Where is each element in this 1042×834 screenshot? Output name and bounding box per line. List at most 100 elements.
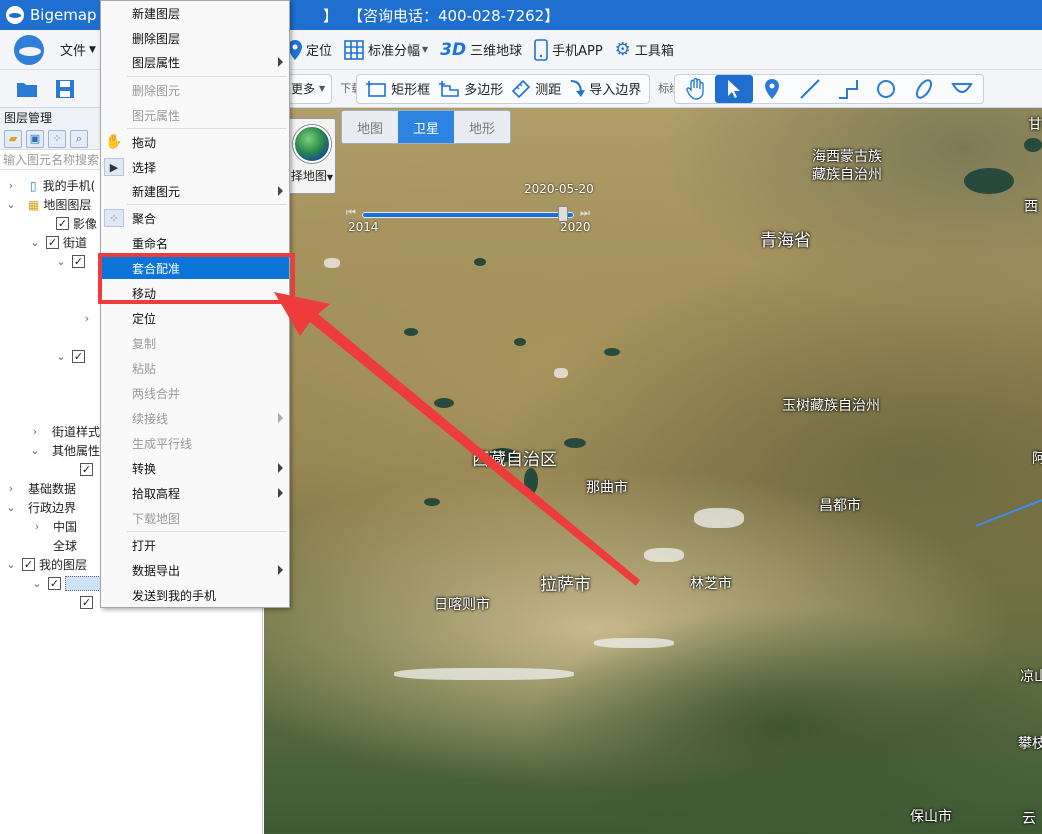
circle-tool-icon[interactable]: [867, 75, 905, 103]
open-folder-icon[interactable]: ▰: [4, 129, 22, 148]
chevron-down-icon: ⌄: [30, 444, 40, 457]
menu-item-layer-props[interactable]: 图层属性: [101, 51, 289, 73]
menu-item-cluster[interactable]: ⁘ 聚合: [101, 207, 289, 229]
tree-item-element[interactable]: [76, 593, 97, 612]
menu-item-data-export[interactable]: 数据导出: [101, 559, 289, 581]
tree-item-other-child[interactable]: [76, 460, 97, 479]
ellipse-tool-icon[interactable]: [905, 75, 943, 103]
tab-terrain[interactable]: 地形: [454, 111, 510, 143]
tree-item-admin-border[interactable]: ⌄ 行政边界: [4, 498, 76, 517]
chevron-down-icon: ⌄: [56, 255, 66, 268]
timeline-track[interactable]: [362, 212, 574, 218]
app-window: { "titlebar": {"app_name": "Bigemap G", …: [0, 0, 1042, 834]
tree-item-my-layers[interactable]: ⌄我的图层: [4, 555, 87, 574]
tree-item-my-phone[interactable]: › ▯ 我的手机(: [4, 176, 96, 195]
menu-item-delete-layer[interactable]: 删除图层: [101, 27, 289, 49]
file-menu-button[interactable]: 文件 ▼: [54, 33, 102, 67]
menu-item-download-map[interactable]: 下载地图: [101, 507, 289, 529]
tree-item-street[interactable]: ⌄街道: [28, 233, 87, 252]
rect-select-button[interactable]: 矩形框: [361, 72, 434, 106]
menu-item-continue-line[interactable]: 续接线: [101, 407, 289, 429]
menu-item-pick-elevation[interactable]: 拾取高程: [101, 482, 289, 504]
context-menu: 新建图层 删除图层 图层属性 删除图元 图元属性 ✋ 拖动 ▶ 选择 新建图元 ⁘ 聚…: [100, 0, 290, 608]
street-child-checkbox[interactable]: [72, 255, 85, 268]
tree-item-collapsed[interactable]: ›: [80, 309, 94, 328]
place-label-nagqu: 那曲市: [586, 480, 628, 496]
menu-item-locate[interactable]: 定位: [101, 307, 289, 329]
cluster-icon[interactable]: ⁘: [48, 129, 66, 148]
menu-item-convert[interactable]: 转换: [101, 457, 289, 479]
menu-item-drag[interactable]: ✋ 拖动: [101, 131, 289, 153]
select-pointer-tool-icon[interactable]: [715, 74, 754, 103]
menu-item-parallel-line[interactable]: 生成平行线: [101, 432, 289, 454]
pointer-icon: ▶: [104, 158, 124, 176]
save-icon[interactable]: [46, 75, 84, 103]
menu-item-move[interactable]: 移动: [101, 282, 289, 304]
menu-item-copy[interactable]: 复制: [101, 332, 289, 354]
street-child-2-checkbox[interactable]: [72, 350, 85, 363]
tree-item-world[interactable]: 全球: [53, 536, 77, 555]
tree-item-street-child-2[interactable]: ⌄: [54, 347, 89, 366]
submenu-arrow-icon: [278, 413, 283, 423]
sector-tool-icon[interactable]: [943, 75, 981, 103]
polyline-tool-icon[interactable]: [829, 75, 867, 103]
my-layer-child-checkbox[interactable]: [48, 577, 61, 590]
tree-item-street-child[interactable]: ⌄: [54, 252, 89, 271]
tree-item-other-props[interactable]: ⌄ 其他属性: [28, 441, 100, 460]
my-layers-checkbox[interactable]: [22, 558, 35, 571]
tree-item-map-layers[interactable]: ⌄ ▦ 地图图层: [4, 195, 91, 214]
polygon-select-button[interactable]: 多边形: [434, 72, 507, 106]
timeline-end-icon[interactable]: ⏭: [580, 206, 590, 220]
tab-satellite[interactable]: 卫星: [398, 111, 454, 143]
search-icon[interactable]: ⌕: [70, 129, 88, 148]
other-child-checkbox[interactable]: [80, 463, 93, 476]
menu-item-open[interactable]: 打开: [101, 534, 289, 556]
toolbox-button[interactable]: ⚙ 工具箱: [609, 33, 680, 67]
tree-item-china[interactable]: › 中国: [30, 517, 77, 536]
map-view[interactable]: 择地图▼ 地图 卫星 地形 ⏮ ⏭ 2020-05-20 2014 2020 海…: [264, 108, 1042, 834]
chevron-right-icon: ›: [8, 482, 14, 495]
submenu-arrow-icon: [278, 488, 283, 498]
chevron-down-icon: ⌄: [6, 501, 16, 514]
save-icon[interactable]: ▣: [26, 129, 44, 148]
tab-map[interactable]: 地图: [342, 111, 398, 143]
hand-pan-tool-icon[interactable]: [677, 75, 715, 103]
menu-item-element-props[interactable]: 图元属性: [101, 104, 289, 126]
tree-item-my-layer-child[interactable]: ⌄: [30, 574, 105, 593]
element-checkbox[interactable]: [80, 596, 93, 609]
open-folder-icon[interactable]: [8, 75, 46, 103]
standard-grid-button[interactable]: 标准分幅 ▼: [338, 33, 434, 67]
timeline-start-icon[interactable]: ⏮: [346, 206, 356, 220]
chevron-down-icon: ⌄: [6, 198, 16, 211]
menu-item-new-layer[interactable]: 新建图层: [101, 2, 289, 24]
tree-item-base-data[interactable]: › 基础数据: [4, 479, 76, 498]
selected-layer-highlight: [65, 576, 105, 591]
import-arrow-icon: [569, 79, 586, 99]
tree-item-imagery[interactable]: 影像: [52, 214, 97, 233]
menu-item-delete-element[interactable]: 删除图元: [101, 79, 289, 101]
phone-icon: ▯: [30, 178, 37, 193]
marker-tool-icon[interactable]: [753, 75, 791, 103]
download-tools: 矩形框 多边形 测距 导入边界: [356, 72, 651, 106]
menu-item-select[interactable]: ▶ 选择: [101, 156, 289, 178]
street-checkbox[interactable]: [46, 236, 59, 249]
menu-item-merge-lines[interactable]: 两线合并: [101, 382, 289, 404]
imagery-checkbox[interactable]: [56, 217, 69, 230]
app-menu-logo-icon[interactable]: [14, 34, 44, 65]
title-bracket: 】: [322, 6, 338, 25]
place-label-yunnan: 云: [1022, 811, 1036, 827]
menu-item-new-element[interactable]: 新建图元: [101, 180, 289, 202]
menu-item-rename[interactable]: 重命名: [101, 232, 289, 254]
map-chooser[interactable]: 择地图▼: [288, 118, 336, 194]
measure-distance-button[interactable]: 测距: [507, 72, 565, 106]
menu-item-send-to-phone[interactable]: 发送到我的手机: [101, 584, 289, 606]
import-border-button[interactable]: 导入边界: [565, 72, 645, 106]
locate-button[interactable]: 定位: [282, 33, 338, 67]
3d-globe-button[interactable]: 3D 三维地球: [434, 33, 528, 67]
tree-item-street-style[interactable]: › 街道样式: [28, 422, 100, 441]
phone-app-button[interactable]: 手机APP: [528, 33, 609, 67]
menu-item-georeference[interactable]: 套合配准: [101, 257, 289, 279]
more-dropdown[interactable]: 更多 ▼: [284, 73, 333, 104]
line-tool-icon[interactable]: [791, 75, 829, 103]
menu-item-paste[interactable]: 粘贴: [101, 357, 289, 379]
